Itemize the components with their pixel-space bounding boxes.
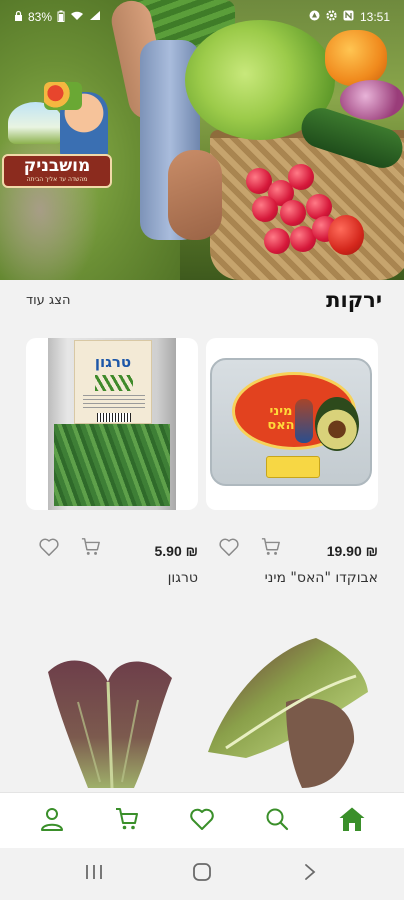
package-label: טרגון — [74, 340, 152, 424]
nav-search[interactable] — [257, 801, 297, 841]
nav-cart[interactable] — [107, 801, 147, 841]
section-title: ירקות — [326, 288, 382, 312]
radish — [280, 200, 306, 226]
alert-icon — [309, 10, 320, 24]
n-badge-icon — [343, 10, 354, 24]
bell-pepper — [325, 30, 387, 86]
product-price: 5.90 ₪ — [154, 543, 198, 559]
heart-icon[interactable] — [216, 534, 242, 560]
heart-icon[interactable] — [36, 534, 62, 560]
nav-profile[interactable] — [32, 801, 72, 841]
home-square-icon — [192, 862, 212, 886]
radish — [252, 196, 278, 222]
logo-name: מושבניק — [23, 156, 91, 176]
herb-sprig-graphic — [95, 375, 133, 391]
product-image-avocado[interactable]: מיני האס — [206, 338, 378, 510]
heart-icon — [189, 807, 215, 835]
farmer-hand — [168, 150, 222, 240]
logo-tagline: מהשדה עד אליך הביתה — [26, 176, 88, 183]
package-label-title: מיני האס — [267, 404, 295, 433]
user-icon — [39, 806, 65, 836]
product-name[interactable]: אבוקדו "האס" מיני — [265, 570, 378, 586]
logo-vegetable-crate — [44, 82, 82, 110]
chevron-right-icon — [304, 863, 316, 885]
system-navigation-bar — [0, 848, 404, 900]
show-more-link[interactable]: הצג עוד — [26, 293, 70, 308]
product-name[interactable]: טרגון — [168, 570, 198, 586]
radish — [264, 228, 290, 254]
avocado-graphic — [315, 397, 359, 451]
avocado-package: מיני האס — [210, 358, 372, 486]
product-price: 19.90 ₪ — [326, 543, 378, 559]
signal-icon — [89, 10, 101, 24]
battery-icon — [57, 10, 65, 25]
status-bar: 83% 13:51 — [0, 0, 404, 34]
product-image-red-lettuce[interactable] — [38, 632, 178, 790]
recent-apps-icon — [85, 864, 103, 884]
package-label-title: טרגון — [94, 353, 132, 371]
tarragon-package: טרגון — [48, 338, 176, 510]
label-fine-print — [83, 395, 145, 411]
price-sticker — [266, 456, 320, 478]
lock-icon — [14, 10, 23, 24]
red-onion — [340, 80, 404, 120]
tomato — [328, 215, 364, 255]
gear-icon — [326, 10, 337, 24]
search-icon — [264, 806, 290, 836]
cart-icon — [114, 806, 140, 836]
tarragon-leaves — [54, 424, 170, 506]
recent-apps-button[interactable] — [74, 854, 114, 894]
package-label: מיני האס — [232, 372, 359, 451]
product-image-romaine-lettuce[interactable] — [206, 632, 370, 790]
home-icon — [338, 806, 366, 836]
clock-time: 13:51 — [359, 10, 390, 24]
wifi-icon — [70, 10, 84, 24]
nav-home[interactable] — [332, 801, 372, 841]
home-button[interactable] — [182, 854, 222, 894]
cart-icon[interactable] — [258, 534, 284, 560]
barcode — [97, 413, 131, 422]
brand-logo[interactable]: מושבניק מהשדה עד אליך הביתה — [2, 82, 112, 192]
logo-banner: מושבניק מהשדה עד אליך הביתה — [2, 154, 112, 188]
bottom-navigation — [0, 792, 404, 848]
radish — [288, 164, 314, 190]
back-button[interactable] — [290, 854, 330, 894]
label-farmer-figure — [295, 399, 313, 443]
hero-banner: 83% 13:51 מושבניק מהשדה עד אליך הביתה — [0, 0, 404, 280]
cart-icon[interactable] — [78, 534, 104, 560]
battery-percent: 83% — [28, 10, 53, 24]
product-image-tarragon[interactable]: טרגון — [26, 338, 198, 510]
nav-favorites[interactable] — [182, 801, 222, 841]
